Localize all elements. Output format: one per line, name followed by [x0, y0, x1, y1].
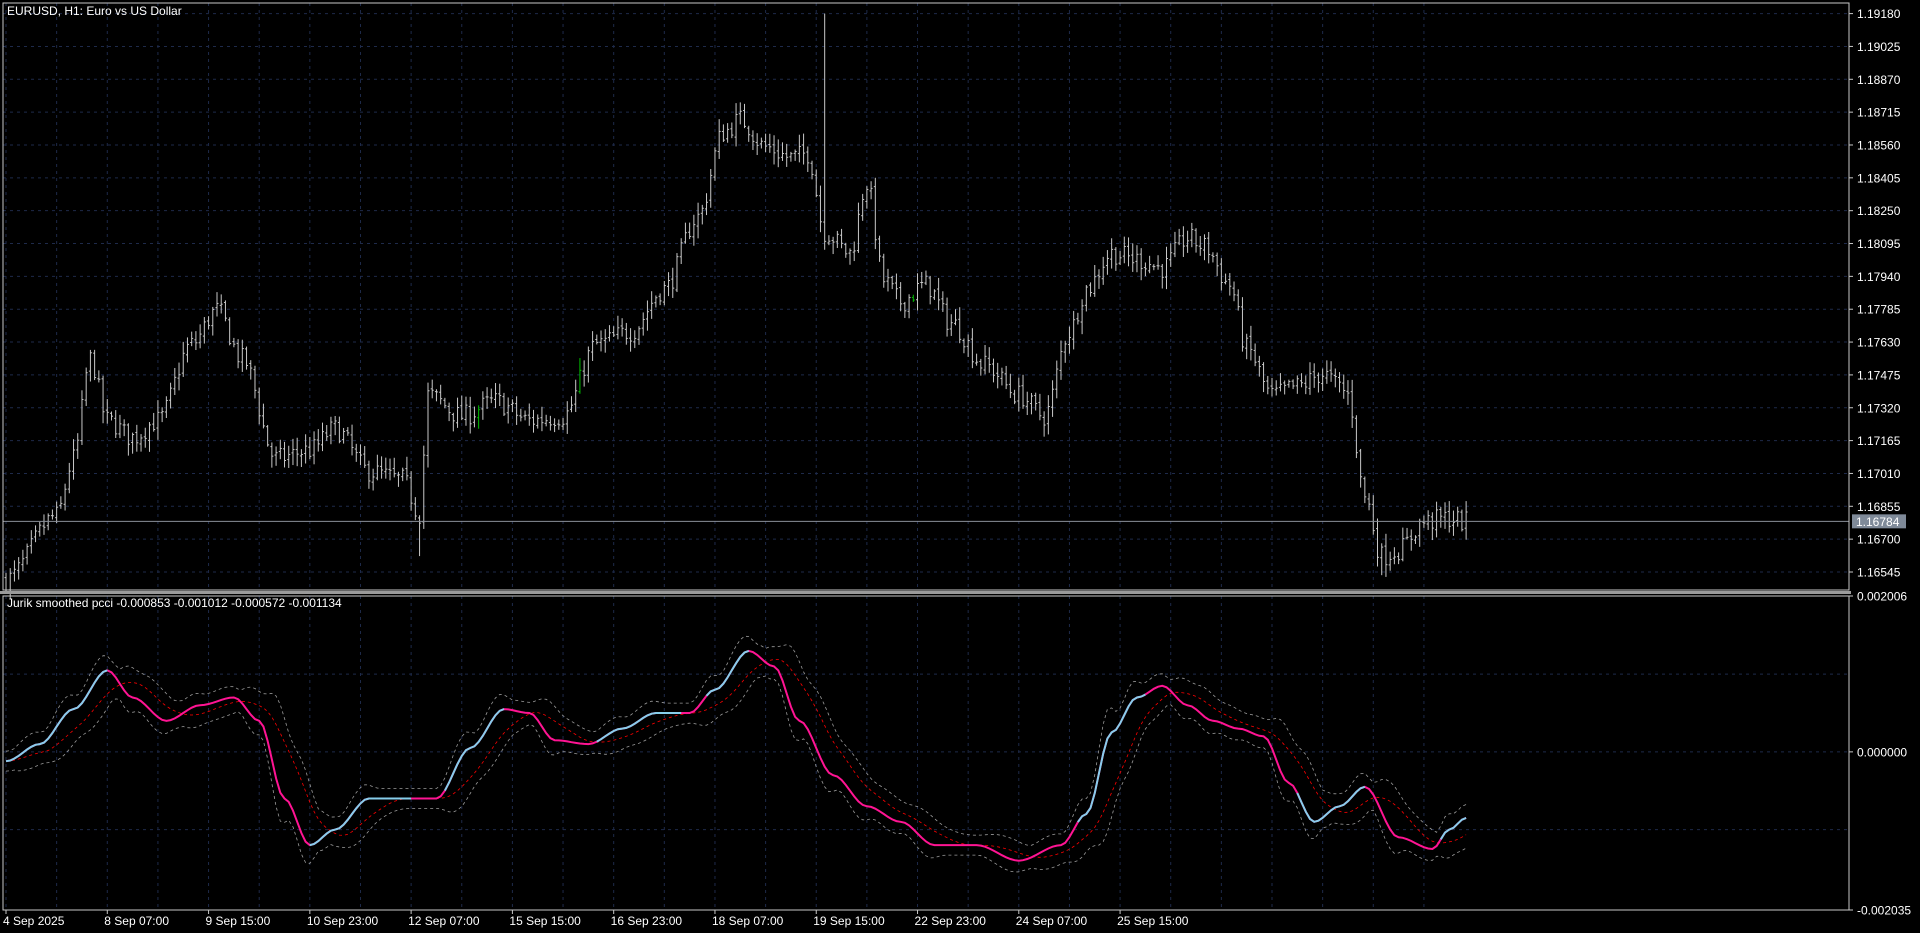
- chart-canvas[interactable]: 1.16784 1.19180 1.19025 1.18870 1.18715 1.18…: [0, 0, 1920, 933]
- price-tick-label: 1.17010: [1857, 467, 1901, 481]
- time-tick-label: 9 Sep 15:00: [206, 914, 271, 928]
- price-tick-label: 1.17940: [1857, 270, 1901, 284]
- price-tick-label: 1.17785: [1857, 303, 1901, 317]
- price-tick-label: 1.16855: [1857, 500, 1901, 514]
- price-tick-label: 1.16545: [1857, 565, 1901, 579]
- time-tick-label: 25 Sep 15:00: [1117, 914, 1189, 928]
- price-tick-label: 1.16700: [1857, 533, 1901, 547]
- current-price-label: 1.16784: [1856, 515, 1900, 529]
- time-tick-label: 19 Sep 15:00: [813, 914, 885, 928]
- price-tick-label: 1.17475: [1857, 368, 1901, 382]
- time-tick-label: 10 Sep 23:00: [307, 914, 379, 928]
- price-tick-label: 1.17630: [1857, 336, 1901, 350]
- time-tick-label: 15 Sep 15:00: [509, 914, 581, 928]
- time-tick-label: 16 Sep 23:00: [611, 914, 683, 928]
- price-tick-label: 1.19180: [1857, 7, 1901, 21]
- time-tick-label: 22 Sep 23:00: [915, 914, 987, 928]
- indicator-tick-label: 0.002006: [1857, 590, 1907, 604]
- price-tick-label: 1.18560: [1857, 138, 1901, 152]
- symbol-title: EURUSD, H1: Euro vs US Dollar: [7, 4, 182, 18]
- price-tick-label: 1.18715: [1857, 106, 1901, 120]
- indicator-title: Jurik smoothed pcci -0.000853 -0.001012 …: [7, 596, 342, 610]
- price-tick-label: 1.18250: [1857, 204, 1901, 218]
- time-tick-label: 12 Sep 07:00: [408, 914, 480, 928]
- time-tick-label: 4 Sep 2025: [3, 914, 65, 928]
- chart-background: [0, 0, 1920, 933]
- price-tick-label: 1.18870: [1857, 73, 1901, 87]
- time-tick-label: 24 Sep 07:00: [1016, 914, 1088, 928]
- time-tick-label: 8 Sep 07:00: [104, 914, 169, 928]
- indicator-tick-label: 0.000000: [1857, 745, 1907, 759]
- price-tick-label: 1.19025: [1857, 40, 1901, 54]
- indicator-tick-label: -0.002035: [1857, 904, 1911, 918]
- time-tick-label: 18 Sep 07:00: [712, 914, 784, 928]
- price-tick-label: 1.17165: [1857, 434, 1901, 448]
- price-tick-label: 1.18095: [1857, 237, 1901, 251]
- price-tick-label: 1.17320: [1857, 401, 1901, 415]
- price-tick-label: 1.18405: [1857, 171, 1901, 185]
